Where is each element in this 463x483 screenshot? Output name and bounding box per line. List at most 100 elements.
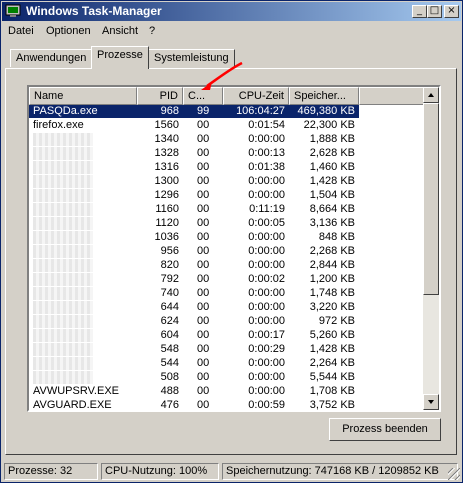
process-cpu-time: 0:00:00 [248, 301, 285, 313]
menu-optionen[interactable]: Optionen [46, 25, 91, 37]
scroll-down-button[interactable] [423, 394, 439, 410]
process-cpu-time: 0:00:13 [248, 147, 285, 159]
process-row[interactable]: 508 00 0:00:00 5,544 KB [29, 371, 425, 384]
process-name: PASQDa.exe [33, 105, 98, 117]
status-bar: Prozesse: 32 CPU-Nutzung: 100% Speichern… [2, 463, 461, 481]
process-row[interactable]: 604 00 0:00:17 5,260 KB [29, 329, 425, 342]
end-process-button[interactable]: Prozess beenden [329, 418, 441, 441]
process-row[interactable]: 548 00 0:00:29 1,428 KB [29, 343, 425, 356]
process-cpu-time: 0:00:00 [248, 287, 285, 299]
menu-datei[interactable]: Datei [8, 25, 34, 37]
process-cpu-time: 0:00:00 [248, 385, 285, 397]
process-row[interactable]: 1328 00 0:00:13 2,628 KB [29, 147, 425, 160]
process-row[interactable]: AVWUPSRV.EXE 488 00 0:00:00 1,708 KB [29, 385, 425, 398]
process-row[interactable]: 820 00 0:00:00 2,844 KB [29, 259, 425, 272]
column-pid[interactable]: PID [137, 87, 183, 105]
process-memory: 3,136 KB [309, 217, 355, 229]
minimize-button[interactable]: _ [412, 5, 427, 18]
process-cpu: 00 [197, 329, 210, 341]
process-pid: 508 [160, 371, 179, 383]
resize-grip[interactable] [448, 468, 460, 480]
process-memory: 3,220 KB [309, 301, 355, 313]
column-memory[interactable]: Speicher... [289, 87, 359, 105]
redacted-process-name [33, 231, 93, 244]
process-row[interactable]: 740 00 0:00:00 1,748 KB [29, 287, 425, 300]
process-row[interactable]: 1036 00 0:00:00 848 KB [29, 231, 425, 244]
status-memory-usage: Speichernutzung: 747168 KB / 1209852 KB [222, 463, 458, 480]
tab-prozesse[interactable]: Prozesse [91, 46, 149, 69]
close-button[interactable]: × [444, 5, 459, 18]
process-row[interactable]: 1160 00 0:11:19 8,664 KB [29, 203, 425, 216]
process-row[interactable]: firefox.exe 1560 00 0:01:54 22,300 KB [29, 119, 425, 132]
process-row[interactable]: 1316 00 0:01:38 1,460 KB [29, 161, 425, 174]
process-row[interactable]: 1340 00 0:00:00 1,888 KB [29, 133, 425, 146]
column-filler [359, 87, 425, 105]
process-row[interactable]: AVGUARD.EXE 476 00 0:00:59 3,752 KB [29, 399, 425, 411]
process-cpu: 00 [197, 147, 210, 159]
redacted-process-name [33, 133, 93, 146]
process-cpu-time: 0:00:17 [248, 329, 285, 341]
process-row[interactable]: 956 00 0:00:00 2,268 KB [29, 245, 425, 258]
process-cpu: 00 [197, 259, 210, 271]
process-row[interactable]: 544 00 0:00:00 2,264 KB [29, 357, 425, 370]
process-memory: 5,544 KB [309, 371, 355, 383]
vertical-scrollbar[interactable] [423, 87, 439, 410]
process-cpu: 00 [197, 245, 210, 257]
process-memory: 848 KB [318, 231, 355, 243]
process-name: AVWUPSRV.EXE [33, 385, 119, 397]
process-cpu-time: 106:04:27 [236, 105, 285, 117]
tab-anwendungen[interactable]: Anwendungen [10, 49, 93, 67]
process-memory: 1,200 KB [309, 273, 355, 285]
process-memory: 1,460 KB [309, 161, 355, 173]
process-pid: 1316 [154, 161, 179, 173]
task-manager-window: Windows Task-Manager _ □ × Datei Optione… [0, 0, 463, 483]
process-name: firefox.exe [33, 119, 84, 131]
process-memory: 1,708 KB [309, 385, 355, 397]
process-memory: 2,268 KB [309, 245, 355, 257]
scroll-up-button[interactable] [423, 87, 439, 103]
process-pid: 644 [160, 301, 179, 313]
process-cpu-time: 0:00:02 [248, 273, 285, 285]
process-memory: 22,300 KB [303, 119, 355, 131]
scroll-thumb[interactable] [423, 103, 439, 295]
process-row[interactable]: 1296 00 0:00:00 1,504 KB [29, 189, 425, 202]
process-pid: 1340 [154, 133, 179, 145]
process-cpu-time: 0:00:00 [248, 133, 285, 145]
process-cpu-time: 0:01:38 [248, 161, 285, 173]
process-row[interactable]: 624 00 0:00:00 972 KB [29, 315, 425, 328]
redacted-process-name [33, 371, 93, 384]
red-annotation-arrow-icon [201, 61, 243, 90]
process-pid: 1036 [154, 231, 179, 243]
menu-bar: Datei Optionen Ansicht ? [2, 22, 461, 40]
process-row[interactable]: PASQDa.exe 968 99 106:04:27 469,380 KB [29, 105, 359, 118]
process-memory: 1,428 KB [309, 343, 355, 355]
process-pid: 1120 [155, 217, 179, 229]
process-cpu: 00 [197, 273, 210, 285]
process-cpu: 00 [197, 301, 210, 313]
redacted-process-name [33, 357, 93, 370]
process-pid: 1160 [155, 203, 179, 215]
process-memory: 2,264 KB [309, 357, 355, 369]
menu-ansicht[interactable]: Ansicht [102, 25, 138, 37]
redacted-process-name [33, 315, 93, 328]
process-row[interactable]: 1120 00 0:00:05 3,136 KB [29, 217, 425, 230]
maximize-button[interactable]: □ [427, 5, 442, 18]
redacted-process-name [33, 259, 93, 272]
title-bar[interactable]: Windows Task-Manager _ □ × [2, 2, 461, 21]
process-name: AVGUARD.EXE [33, 399, 112, 411]
process-cpu-time: 0:00:00 [248, 315, 285, 327]
column-name[interactable]: Name [29, 87, 137, 105]
menu-help[interactable]: ? [149, 25, 155, 37]
process-row[interactable]: 792 00 0:00:02 1,200 KB [29, 273, 425, 286]
process-pid: 792 [160, 273, 179, 285]
process-list[interactable]: Name PID C... CPU-Zeit Speicher... PASQD… [27, 85, 441, 412]
redacted-process-name [33, 147, 93, 160]
window-title: Windows Task-Manager [26, 4, 162, 18]
redacted-process-name [33, 287, 93, 300]
process-row[interactable]: 644 00 0:00:00 3,220 KB [29, 301, 425, 314]
process-memory: 1,748 KB [309, 287, 355, 299]
process-cpu-time: 0:00:00 [248, 245, 285, 257]
process-row[interactable]: 1300 00 0:00:00 1,428 KB [29, 175, 425, 188]
process-cpu: 00 [197, 371, 210, 383]
process-memory: 2,844 KB [309, 259, 355, 271]
